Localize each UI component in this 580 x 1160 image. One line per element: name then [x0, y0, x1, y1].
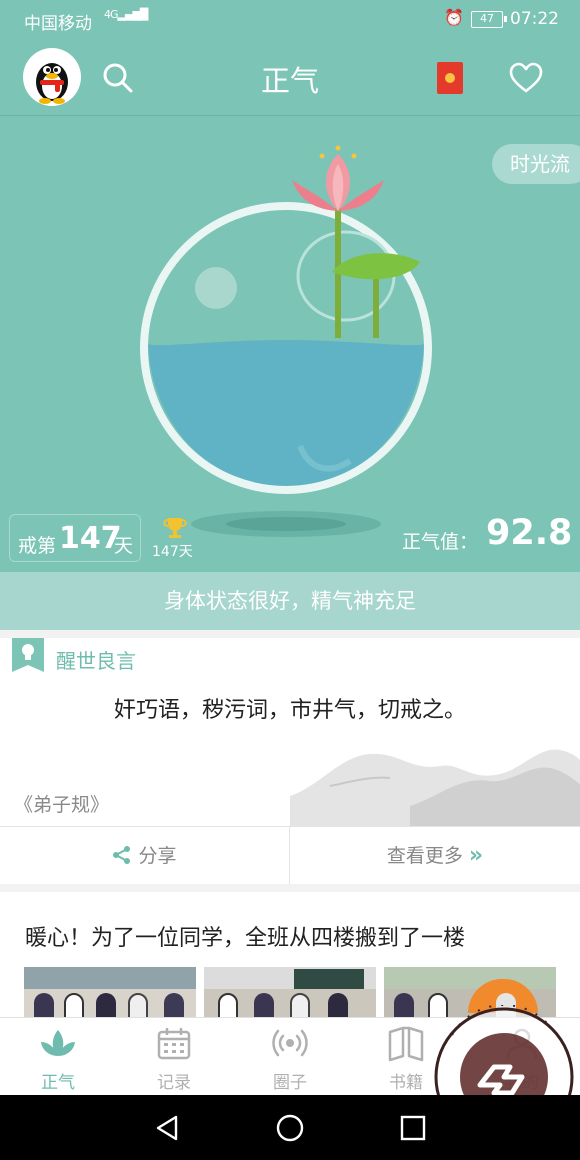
share-label: 分享 — [138, 845, 177, 867]
article-title[interactable]: 暖心！为了一位同学，全班从四楼搬到了一楼 — [25, 920, 465, 952]
tab-label: 正气 — [41, 1073, 75, 1093]
back-icon[interactable] — [152, 1113, 182, 1143]
lotus-icon — [41, 1030, 75, 1056]
hero-panel: 时光流 戒第 147 天 147天 正气值： 92.8 — [0, 116, 580, 572]
lightbulb-bookmark-icon — [12, 638, 44, 672]
heart-icon[interactable] — [508, 60, 544, 96]
quote-heading: 醒世良言 — [56, 649, 136, 673]
qi-value: 92.8 — [486, 513, 573, 553]
tab-circle[interactable]: 圈子 — [232, 1018, 348, 1096]
time-flow-button[interactable]: 时光流 — [492, 144, 580, 184]
alarm-icon: ⏰ — [444, 8, 464, 27]
calendar-icon — [157, 1028, 191, 1060]
red-packet-icon[interactable] — [437, 62, 463, 94]
quit-days-prefix: 戒第 — [18, 535, 57, 557]
quit-days-suffix: 天 — [114, 535, 134, 557]
share-icon — [113, 846, 131, 864]
tab-records[interactable]: 记录 — [116, 1018, 232, 1096]
system-nav-bar — [0, 1095, 580, 1160]
view-more-button[interactable]: 查看更多» — [290, 827, 580, 884]
quote-actions: 分享 查看更多» — [0, 826, 580, 884]
status-bar: 中国移动 4G▂▄▆█ ⏰ 47 07:22 — [0, 0, 580, 40]
clock: 07:22 — [510, 9, 559, 29]
broadcast-icon — [272, 1029, 308, 1057]
page-title: 正气 — [260, 64, 319, 98]
battery-icon: 47 — [471, 11, 507, 28]
tab-zhengqi[interactable]: 正气 — [0, 1018, 116, 1096]
tab-label: 记录 — [157, 1073, 191, 1093]
lotus-bowl-illustration[interactable] — [0, 116, 580, 572]
article-thumbnail[interactable] — [204, 967, 376, 1017]
quit-days-number: 147 — [59, 521, 122, 556]
recents-icon[interactable] — [398, 1113, 428, 1143]
quote-card: 醒世良言 奸巧语，秽污词，市井气，切戒之。 《弟子规》 分享 查看更多» — [0, 638, 580, 884]
record-label: 147天 — [152, 544, 193, 560]
qi-value-label: 正气值： — [402, 531, 479, 553]
network-type: 4G — [104, 8, 118, 21]
view-more-label: 查看更多 — [386, 845, 463, 867]
carrier-name: 中国移动 — [24, 14, 92, 34]
double-chevron-right-icon: » — [468, 843, 484, 868]
quote-source: 《弟子规》 — [14, 794, 110, 816]
health-status-message: 身体状态很好，精气神充足 — [0, 572, 580, 630]
home-icon[interactable] — [275, 1113, 305, 1143]
book-icon — [388, 1026, 424, 1062]
tab-label: 圈子 — [273, 1073, 307, 1093]
signal-indicator: 4G▂▄▆█ — [104, 8, 148, 21]
trophy-icon — [163, 518, 187, 538]
ink-mountain-decoration — [290, 749, 580, 826]
share-button[interactable]: 分享 — [0, 827, 290, 884]
app-header: 正气 — [0, 40, 580, 116]
quit-days-counter: 戒第 147 天 — [9, 514, 141, 562]
article-thumbnail[interactable] — [24, 967, 196, 1017]
quote-text: 奸巧语，秽污词，市井气，切戒之。 — [113, 698, 466, 723]
article-card[interactable]: 暖心！为了一位同学，全班从四楼搬到了一楼 — [0, 892, 580, 1017]
